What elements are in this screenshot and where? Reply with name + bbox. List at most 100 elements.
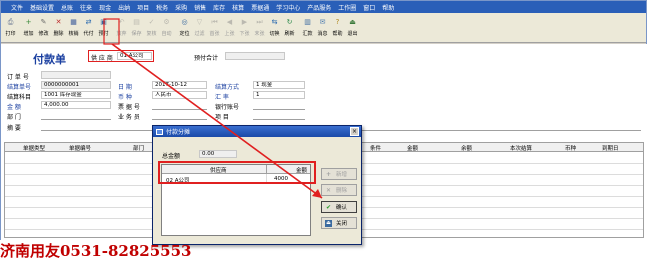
salesman-label: 业 务 员 (118, 114, 140, 121)
toolbar-button-save[interactable]: ▤ 保存 (129, 15, 144, 41)
toolbar-button-label: 过滤 (194, 31, 205, 37)
add-button[interactable]: + 新增 (321, 168, 357, 180)
vendor-field[interactable]: 01 A公司 (117, 52, 152, 60)
toolbar-button-label: 刷新 (284, 31, 295, 37)
proxy-pay-icon: ⇄ (85, 18, 92, 26)
toolbar-button-add[interactable]: + 增加 (21, 15, 36, 41)
toolbar-button-switch[interactable]: ⇆ 切换 (267, 15, 282, 41)
confirm-button[interactable]: ✔ 确认 (321, 201, 357, 213)
bank-account-field[interactable] (253, 109, 305, 110)
locate-icon: ◎ (181, 18, 188, 26)
delete-button[interactable]: ✕ 删除 (321, 184, 357, 196)
col-amount[interactable]: 金额 (407, 144, 418, 152)
toolbar-button-auto[interactable]: ⚙ 自动 (159, 15, 174, 41)
menu-item[interactable]: 现金 (99, 3, 111, 12)
settle-subject-field[interactable]: 1001 库存现金 (41, 91, 111, 99)
col-balance[interactable]: 余额 (461, 144, 472, 152)
toolbar-button-review[interactable]: ✓ 复核 (144, 15, 159, 41)
col-condition[interactable]: 条件 (370, 144, 381, 152)
toolbar-button-prepay[interactable]: ▣ 预付 (96, 15, 111, 41)
toolbar-button-last[interactable]: ⏭ 末张 (252, 15, 267, 41)
col-currency[interactable]: 币种 (565, 144, 576, 152)
prepay-total-field (225, 52, 285, 60)
toolbar-button-remit[interactable]: ▥ 汇款 (300, 15, 315, 41)
toolbar-button-label: 打印 (5, 31, 16, 37)
toolbar-button-label: 增加 (23, 31, 34, 37)
menu-item[interactable]: 税务 (156, 3, 168, 12)
toolbar-button-verify[interactable]: ▦ 核销 (66, 15, 81, 41)
amount-field[interactable]: 4,000.00 (41, 101, 111, 109)
menu-item[interactable]: 采购 (175, 3, 187, 12)
toolbar-button-help[interactable]: ? 帮助 (330, 15, 345, 41)
toolbar-button-next[interactable]: ▶ 下张 (237, 15, 252, 41)
menu-item[interactable]: 总账 (61, 3, 73, 12)
menu-item[interactable]: 销售 (194, 3, 206, 12)
toolbar-button-label: 末张 (254, 31, 265, 37)
toolbar-button-first[interactable]: ⏮ 首张 (207, 15, 222, 41)
toolbar-button-refresh[interactable]: ↻ 刷新 (282, 15, 297, 41)
toolbar-button-prev[interactable]: ◀ 上张 (222, 15, 237, 41)
menu-item[interactable]: 项目 (137, 3, 149, 12)
discard-icon: ↶ (118, 18, 125, 26)
settle-no-field[interactable]: 0000000001 (41, 81, 111, 89)
date-field[interactable]: 2017-10-12 (152, 81, 207, 89)
toolbar-button-locate[interactable]: ◎ 定位 (177, 15, 192, 41)
menu-item[interactable]: 票据通 (251, 3, 269, 12)
toolbar-button-edit[interactable]: ✎ 修改 (36, 15, 51, 41)
col-due-date[interactable]: 到期日 (602, 144, 619, 152)
close-icon[interactable]: × (350, 127, 359, 136)
menu-item[interactable]: 基础设置 (30, 3, 54, 12)
menu-item[interactable]: 工作圈 (338, 3, 356, 12)
refresh-icon: ↻ (286, 18, 293, 26)
remit-icon: ▥ (304, 18, 311, 26)
toolbar-button-discard[interactable]: ↶ 放弃 (114, 15, 129, 41)
menu-item[interactable]: 文件 (11, 3, 23, 12)
menu-item[interactable]: 核算 (232, 3, 244, 12)
project-label: 项 目 (215, 114, 229, 121)
toolbar-button-exit[interactable]: ⏏ 退出 (345, 15, 360, 41)
toolbar-button-label: 保存 (131, 31, 142, 37)
col-doc-type[interactable]: 单据类型 (23, 144, 45, 152)
menu-item[interactable]: 帮助 (382, 3, 394, 12)
menu-bar: 文件 基础设置 总账 往来 现金 出纳 项目 税务 采购 销售 库存 核算 票据通 学习中心 产品服务 工作圈… (1, 1, 646, 13)
project-field[interactable] (253, 119, 305, 120)
close-button[interactable]: ⏏ 关闭 (321, 217, 357, 229)
toolbar-button-proxy-pay[interactable]: ⇄ 代付 (81, 15, 96, 41)
toolbar-button-filter[interactable]: ▽ 过滤 (192, 15, 207, 41)
total-amount-field: 0.00 (199, 150, 237, 158)
add-icon: + (325, 170, 332, 178)
toolbar-button-label: 预付 (98, 31, 109, 37)
toolbar-button-printer[interactable]: ⎙ 打印 (3, 15, 18, 41)
toolbar-button-label: 核销 (68, 31, 79, 37)
bill-no-field[interactable] (152, 109, 207, 110)
printer-icon: ⎙ (7, 18, 14, 26)
dept-field[interactable] (41, 119, 111, 120)
exchange-rate-field[interactable]: 1 (253, 91, 305, 99)
toolbar-button-delete[interactable]: ✕ 删除 (51, 15, 66, 41)
close-button-label: 关闭 (336, 221, 348, 227)
order-no-field[interactable] (41, 71, 111, 79)
dialog-title-bar[interactable]: 付款分摊 (153, 126, 361, 137)
menu-item[interactable]: 学习中心 (276, 3, 300, 12)
summary-label: 摘 要 (7, 125, 21, 132)
col-dept[interactable]: 部门 (133, 144, 144, 152)
dialog-app-icon (156, 128, 163, 135)
payment-split-dialog: 付款分摊 × 总金额 0.00 供应商 金额 02 A公司 4000 + 新增 … (152, 125, 362, 245)
menu-item[interactable]: 出纳 (118, 3, 130, 12)
toolbar-button-message[interactable]: ✉ 消息 (315, 15, 330, 41)
toolbar-button-label: 汇款 (302, 31, 313, 37)
currency-field[interactable]: 人民币 (152, 91, 207, 99)
toolbar-button-label: 切换 (269, 31, 280, 37)
confirm-button-label: 确认 (336, 205, 348, 211)
col-doc-no[interactable]: 单据编号 (69, 144, 91, 152)
menu-item[interactable]: 库存 (213, 3, 225, 12)
toolbar-button-label: 帮助 (332, 31, 343, 37)
menu-item[interactable]: 往来 (80, 3, 92, 12)
auto-icon: ⚙ (163, 18, 170, 26)
settle-method-field[interactable]: 1 现金 (253, 81, 305, 89)
menu-item[interactable]: 窗口 (363, 3, 375, 12)
salesman-field[interactable] (152, 119, 207, 120)
col-this-settle[interactable]: 本次结算 (510, 144, 532, 152)
delete-icon: ✕ (325, 186, 332, 194)
menu-item[interactable]: 产品服务 (307, 3, 331, 12)
